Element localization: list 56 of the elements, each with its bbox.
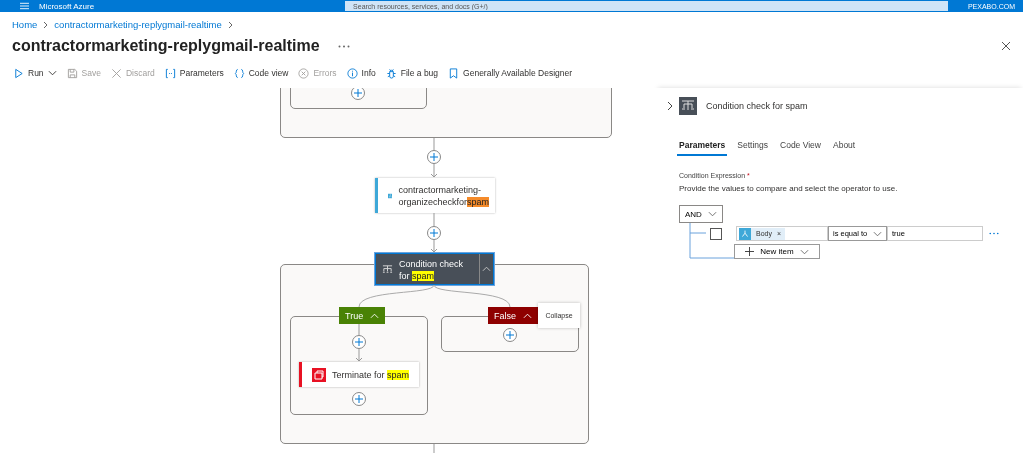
branch-label[interactable]: False — [488, 307, 538, 324]
chevron-up-icon[interactable] — [479, 254, 493, 284]
breadcrumb-link[interactable]: contractormarketing-replygmail-realtime — [54, 19, 222, 30]
bug-icon — [385, 67, 397, 79]
connector-line — [430, 444, 438, 453]
braces-icon — [233, 67, 245, 79]
more-icon[interactable] — [337, 44, 350, 48]
more-icon[interactable] — [989, 232, 999, 235]
menu-icon[interactable] — [20, 2, 29, 10]
panel-tab[interactable]: Parameters — [677, 136, 728, 156]
chevron-icon — [523, 312, 532, 319]
condition-icon — [382, 263, 393, 275]
panel-tab[interactable]: About — [831, 136, 858, 156]
page-title: contractormarketing-replygmail-realtime — [12, 37, 320, 55]
bookmark-icon — [448, 67, 460, 79]
brand-name: Microsoft Azure — [38, 1, 96, 11]
add-step-button[interactable] — [427, 226, 441, 240]
error-icon — [298, 67, 310, 79]
brackets-icon — [164, 67, 176, 79]
add-step-button[interactable] — [351, 88, 365, 100]
condition-card[interactable]: Condition check for spam — [375, 253, 494, 285]
close-icon[interactable] — [1001, 41, 1011, 51]
plus-icon — [745, 247, 755, 256]
toolbar-button[interactable]: Parameters — [161, 65, 227, 81]
chevron-right-icon — [43, 20, 49, 29]
chevron-right-icon — [227, 20, 233, 29]
row-checkbox[interactable] — [710, 227, 722, 240]
breadcrumb-link[interactable]: Home — [12, 19, 38, 30]
toolbar-button[interactable]: File a bug — [382, 65, 442, 81]
terminate-icon — [312, 367, 326, 382]
condition-icon — [679, 97, 697, 115]
new-item-button[interactable]: New item — [734, 244, 820, 259]
toolbar-button[interactable]: Code view — [230, 65, 292, 81]
save-icon — [66, 67, 78, 79]
caret-icon — [873, 230, 882, 237]
terminate-card[interactable]: Terminate for spam — [299, 362, 419, 387]
terminate-title: Terminate for spam — [332, 368, 410, 381]
toolbar-button[interactable]: Run — [10, 65, 60, 81]
chevron-right-icon[interactable] — [667, 101, 673, 111]
caret-icon — [799, 248, 809, 255]
info-icon — [346, 67, 358, 79]
panel-tab[interactable]: Settings — [735, 136, 771, 156]
chevron-icon — [370, 312, 380, 319]
branch-label[interactable]: True — [339, 307, 386, 324]
close-icon — [110, 67, 122, 79]
toolbar-button[interactable]: Generally Available Designer — [445, 65, 576, 81]
panel-title: Condition check for spam — [706, 101, 808, 111]
add-step-button[interactable] — [427, 150, 441, 164]
panel-tab[interactable]: Code View — [778, 136, 823, 156]
action-icon — [739, 227, 751, 240]
operator-dropdown[interactable]: AND — [679, 205, 723, 223]
play-icon — [13, 67, 24, 79]
caret-icon — [707, 211, 717, 217]
field-description: Provide the values to compare and select the operator to use. — [679, 184, 899, 193]
toolbar-button[interactable]: Info — [343, 65, 379, 81]
condition-title: Condition check for spam — [399, 258, 465, 282]
